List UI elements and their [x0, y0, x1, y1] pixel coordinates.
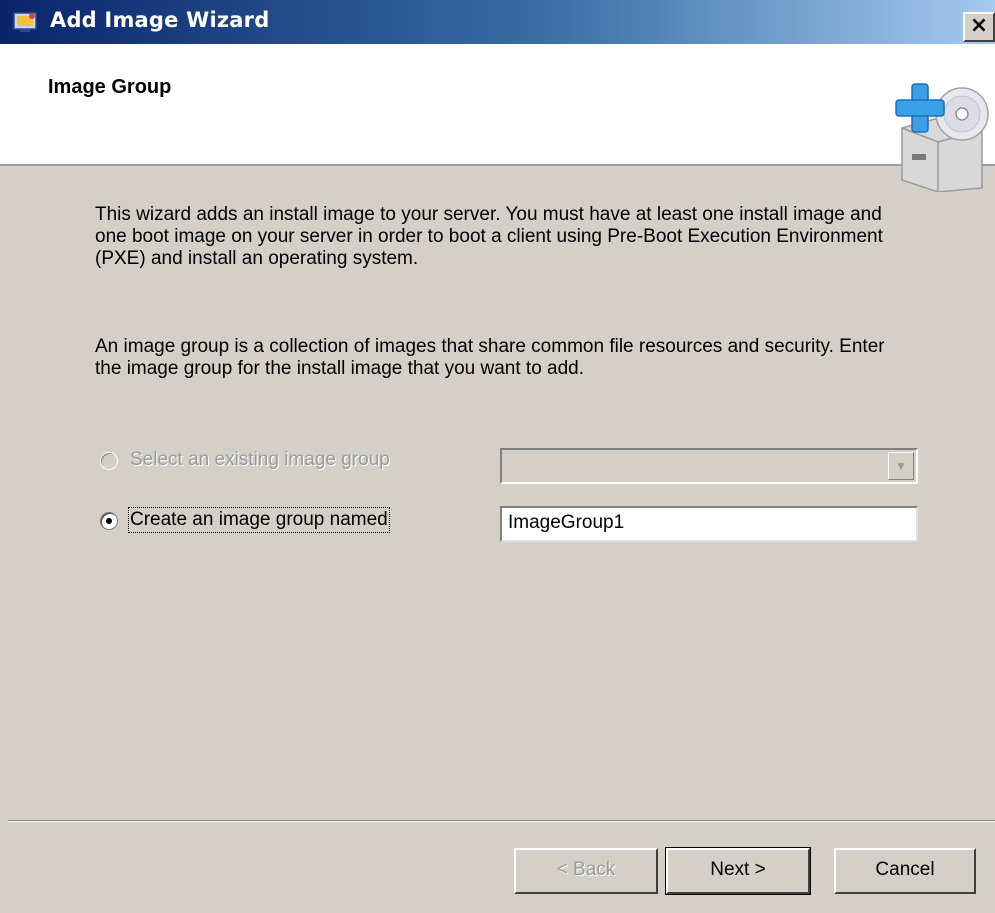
image-group-description: An image group is a collection of images…: [95, 336, 885, 379]
new-group-name-input[interactable]: ImageGroup1: [500, 506, 918, 542]
page-title: Image Group: [48, 76, 172, 98]
cancel-button[interactable]: Cancel: [834, 848, 976, 894]
title-bar[interactable]: Add Image Wizard ×: [0, 0, 995, 44]
wizard-content: This wizard adds an install image to you…: [0, 168, 995, 820]
dropdown-arrow-button[interactable]: ▼: [888, 452, 914, 480]
next-button[interactable]: Next >: [665, 847, 811, 895]
next-button-label: Next >: [710, 859, 766, 880]
back-button[interactable]: < Back: [514, 848, 658, 894]
window-title: Add Image Wizard: [50, 8, 270, 32]
wizard-app-icon: [13, 12, 37, 32]
add-image-wizard-window: Add Image Wizard × Image Group This wiza…: [0, 0, 995, 913]
create-group-radio[interactable]: [100, 512, 118, 530]
wizard-header: Image Group: [0, 44, 995, 192]
wizard-description: This wizard adds an install image to you…: [95, 204, 883, 269]
close-icon: ×: [969, 13, 989, 38]
chevron-down-icon: ▼: [895, 459, 907, 473]
select-existing-group-radio[interactable]: [100, 452, 118, 470]
close-button[interactable]: ×: [963, 12, 995, 42]
create-group-label[interactable]: Create an image group named: [128, 507, 390, 533]
existing-group-dropdown[interactable]: ▼: [500, 448, 918, 484]
footer-divider: [8, 820, 995, 822]
cancel-button-label: Cancel: [875, 859, 935, 880]
back-button-label: < Back: [556, 859, 616, 880]
select-existing-group-label[interactable]: Select an existing image group: [130, 449, 390, 471]
